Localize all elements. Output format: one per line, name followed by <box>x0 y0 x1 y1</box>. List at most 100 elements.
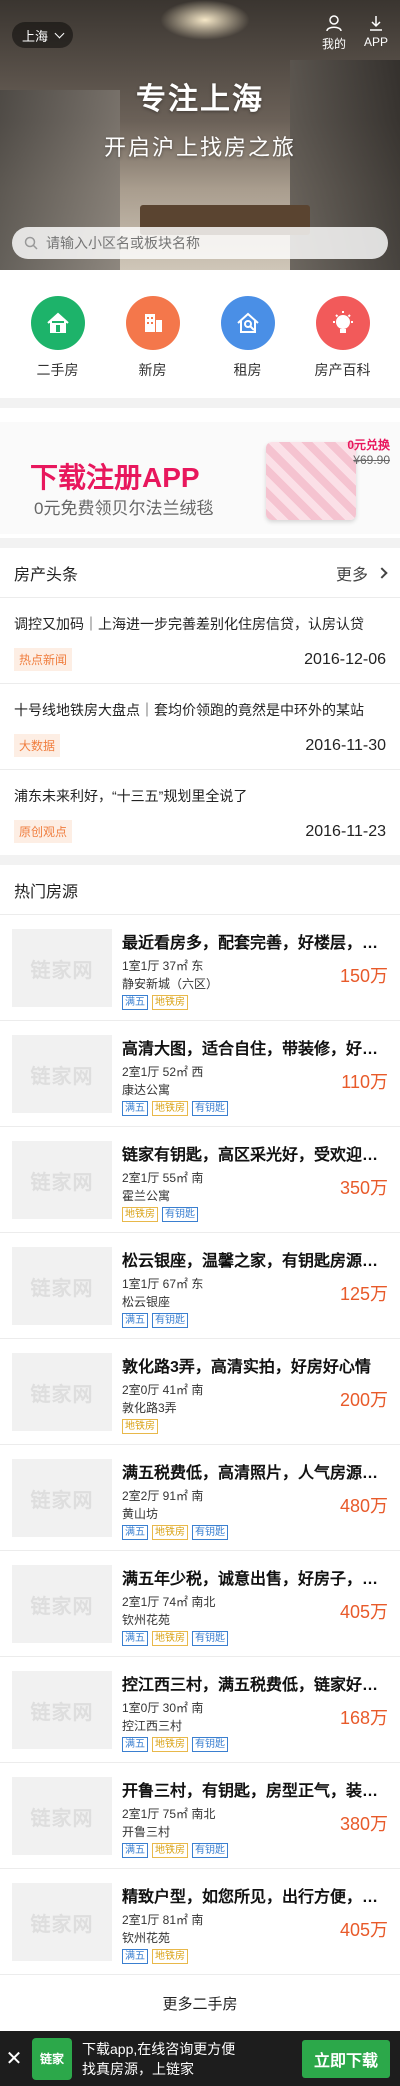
banner-background: 下载注册APP 0元免费领贝尔法兰绒毯 0元兑换 ¥69.90 <box>0 422 400 534</box>
listing-tag: 地铁房 <box>122 1207 158 1222</box>
promo-banner[interactable]: 下载注册APP 0元免费领贝尔法兰绒毯 0元兑换 ¥69.90 <box>0 408 400 548</box>
listing-tags: 地铁房 <box>122 1419 388 1434</box>
listing-thumbnail: 链家网 <box>12 929 112 1007</box>
listing-item[interactable]: 链家网 松云银座，温馨之家，有钥匙房源，随时看 1室1厅 67㎡ 东 松云银座 … <box>0 1233 400 1339</box>
listing-price: 150万 <box>339 966 388 986</box>
listing-tag: 满五 <box>122 1631 148 1646</box>
thumbnail-placeholder: 链家网 <box>30 1171 94 1194</box>
listing-item[interactable]: 链家网 开鲁三村，有钥匙，房型正气，装修保养好 2室1厅 75㎡ 南北 开鲁三村… <box>0 1763 400 1869</box>
news-item-tag: 原创观点 <box>14 820 73 843</box>
news-item-tag: 热点新闻 <box>14 648 73 671</box>
news-title: 房产头条 <box>14 566 79 584</box>
listing-tag: 满五 <box>122 1525 148 1540</box>
listing-item[interactable]: 链家网 满五年少税，诚意出售，好房子，看房方便 2室1厅 74㎡ 南北 钦州花苑… <box>0 1551 400 1657</box>
bulb-icon <box>315 296 370 350</box>
more-second-hand-button[interactable]: 更多二手房 <box>0 1975 400 2031</box>
listing-title: 链家有钥匙，高区采光好，受欢迎房源 <box>122 1147 390 1164</box>
listing-tag: 满五 <box>122 1737 148 1752</box>
listing-price: 380万 <box>339 1814 388 1834</box>
search-input[interactable] <box>46 235 346 251</box>
category-new-home[interactable]: 新房 <box>108 296 198 380</box>
listing-tag: 有钥匙 <box>162 1207 198 1222</box>
listing-tag: 地铁房 <box>152 995 188 1010</box>
listing-item[interactable]: 链家网 满五税费低，高清照片，人气房源，看房方便 2室2厅 91㎡ 南 黄山坊 … <box>0 1445 400 1551</box>
listing-tag: 满五 <box>122 995 148 1010</box>
listing-tags: 满五 有钥匙 <box>122 1313 388 1328</box>
search-bar[interactable] <box>12 227 388 259</box>
close-icon[interactable]: ✕ <box>0 2046 28 2071</box>
listing-price: 350万 <box>339 1178 388 1198</box>
listing-tag: 有钥匙 <box>192 1631 228 1646</box>
listing-item[interactable]: 链家网 敦化路3弄，高清实拍，好房好心情 2室0厅 41㎡ 南 敦化路3弄 地铁… <box>0 1339 400 1445</box>
listings-section: 热门房源 链家网 最近看房多，配套完善，好楼层，采光好 1室1厅 37㎡ 东 静… <box>0 865 400 2031</box>
listing-info: 控江西三村，满五税费低，链家好房源推荐 1室0厅 30㎡ 南 控江西三村 满五地… <box>122 1671 390 1752</box>
listing-thumbnail: 链家网 <box>12 1035 112 1113</box>
news-item-title: 调控又加码｜上海进一步完善差别化住房信贷，认房认贷 <box>14 616 364 632</box>
listing-price: 405万 <box>339 1920 388 1940</box>
city-selector[interactable]: 上海 <box>12 22 74 48</box>
news-item[interactable]: 十号线地铁房大盘点｜套均价领跑的竟然是中环外的某站 大数据 2016-11-30 <box>0 684 400 770</box>
listing-tag: 地铁房 <box>152 1843 188 1858</box>
listing-tags: 满五 地铁房 <box>122 1949 388 1964</box>
listing-tag: 地铁房 <box>152 1525 188 1540</box>
listing-tags: 满五 地铁房 有钥匙 <box>122 1737 388 1752</box>
promo-price: 0元兑换 ¥69.90 <box>347 436 390 467</box>
thumbnail-placeholder: 链家网 <box>30 1489 94 1512</box>
news-section: 房产头条 更多 调控又加码｜上海进一步完善差别化住房信贷，认房认贷 热点新闻 2… <box>0 548 400 865</box>
listing-tag: 满五 <box>122 1843 148 1858</box>
news-item[interactable]: 浦东未来利好，“十三五”规划里全说了 原创观点 2016-11-23 <box>0 770 400 855</box>
user-icon <box>326 15 342 32</box>
listing-title: 敦化路3弄，高清实拍，好房好心情 <box>122 1359 371 1376</box>
key-house-icon <box>220 296 275 350</box>
listing-tags: 满五 地铁房 有钥匙 <box>122 1631 388 1646</box>
hero-title: 专注上海 <box>136 83 264 116</box>
thumbnail-placeholder: 链家网 <box>30 959 94 982</box>
hero-banner: 上海 我的 APP 专注上海 开启沪上找房之旅 <box>0 0 400 270</box>
banner-subtitle: 0元免费领贝尔法兰绒毯 <box>34 499 214 518</box>
listing-item[interactable]: 链家网 链家有钥匙，高区采光好，受欢迎房源 2室1厅 55㎡ 南 霍兰公寓 地铁… <box>0 1127 400 1233</box>
hero-lamp <box>160 0 250 40</box>
chevron-down-icon <box>54 28 65 38</box>
listing-tag: 有钥匙 <box>192 1737 228 1752</box>
app-label: APP <box>363 35 388 49</box>
news-item-date: 2016-11-23 <box>305 822 386 840</box>
category-second-hand[interactable]: 二手房 <box>13 296 103 380</box>
listing-title: 高清大图，适合自住，带装修，好楼层 <box>122 1041 390 1058</box>
listing-tag: 满五 <box>122 1101 148 1116</box>
listing-item[interactable]: 链家网 精致户型，如您所见，出行方便，诚意出售 2室1厅 81㎡ 南 钦州花苑 … <box>0 1869 400 1975</box>
my-account-button[interactable]: 我的 <box>314 14 354 52</box>
listing-tags: 满五 地铁房 <box>122 995 388 1010</box>
listing-tag: 地铁房 <box>152 1949 188 1964</box>
listing-thumbnail: 链家网 <box>12 1777 112 1855</box>
download-bar: ✕ 链家 下载app,在线咨询更方便 找真房源，上链家 立即下载 <box>0 2031 400 2086</box>
news-more-link[interactable]: 更多 <box>336 561 388 585</box>
thumbnail-placeholder: 链家网 <box>30 1701 94 1724</box>
listing-item[interactable]: 链家网 高清大图，适合自住，带装修，好楼层 2室1厅 52㎡ 西 康达公寓 满五… <box>0 1021 400 1127</box>
thumbnail-placeholder: 链家网 <box>30 1595 94 1618</box>
banner-title: 下载注册APP <box>30 462 200 493</box>
listing-item[interactable]: 链家网 最近看房多，配套完善，好楼层，采光好 1室1厅 37㎡ 东 静安新城（六… <box>0 915 400 1021</box>
listing-thumbnail: 链家网 <box>12 1565 112 1643</box>
category-label: 租房 <box>233 362 262 378</box>
listing-tag: 满五 <box>122 1313 148 1328</box>
listing-price: 125万 <box>339 1284 388 1304</box>
app-download-button[interactable]: APP <box>356 14 396 49</box>
my-label: 我的 <box>321 37 346 51</box>
category-rent[interactable]: 租房 <box>203 296 293 380</box>
listing-title: 松云银座，温馨之家，有钥匙房源，随时看 <box>122 1253 390 1270</box>
download-text: 下载app,在线咨询更方便 找真房源，上链家 <box>82 2039 235 2079</box>
category-nav: 二手房 新房 租房 房产百科 <box>0 270 400 408</box>
listing-tags: 地铁房 有钥匙 <box>122 1207 388 1222</box>
listing-info: 精致户型，如您所见，出行方便，诚意出售 2室1厅 81㎡ 南 钦州花苑 满五地铁… <box>122 1883 390 1964</box>
download-now-button[interactable]: 立即下载 <box>301 2040 390 2078</box>
listing-tag: 有钥匙 <box>192 1843 228 1858</box>
listing-info: 满五税费低，高清照片，人气房源，看房方便 2室2厅 91㎡ 南 黄山坊 满五地铁… <box>122 1459 390 1540</box>
listing-title: 开鲁三村，有钥匙，房型正气，装修保养好 <box>122 1783 390 1800</box>
listing-tag: 满五 <box>122 1949 148 1964</box>
listing-price: 405万 <box>339 1602 388 1622</box>
category-wiki[interactable]: 房产百科 <box>298 296 388 380</box>
news-item[interactable]: 调控又加码｜上海进一步完善差别化住房信贷，认房认贷 热点新闻 2016-12-0… <box>0 598 400 684</box>
listing-item[interactable]: 链家网 控江西三村，满五税费低，链家好房源推荐 1室0厅 30㎡ 南 控江西三村… <box>0 1657 400 1763</box>
listing-price: 200万 <box>339 1390 388 1410</box>
category-label: 房产百科 <box>314 362 371 378</box>
